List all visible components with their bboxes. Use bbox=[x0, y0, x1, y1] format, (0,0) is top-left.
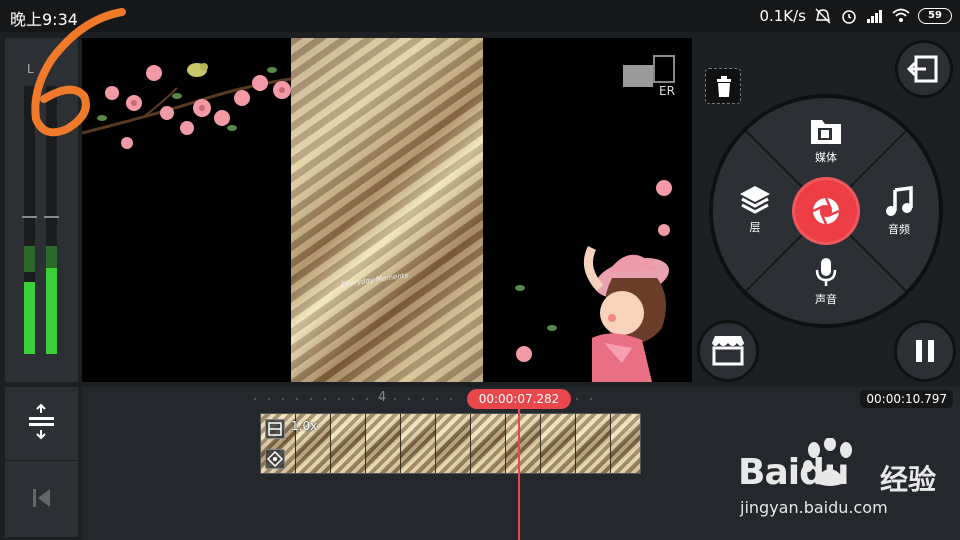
timeline-tools bbox=[5, 387, 78, 537]
microphone-icon bbox=[815, 258, 837, 286]
ruler-tick bbox=[338, 398, 340, 400]
clip-thumbnail bbox=[401, 414, 436, 473]
transition-icon bbox=[266, 450, 284, 468]
clip-thumbnail bbox=[541, 414, 576, 473]
wifi-icon bbox=[892, 8, 910, 22]
trash-icon bbox=[717, 76, 731, 97]
watermark-logo: Baidu bbox=[738, 452, 849, 493]
video-clip[interactable]: 1.0x bbox=[260, 413, 641, 474]
baidu-watermark: Baidu 经验 jingyan.baidu.com bbox=[738, 438, 960, 538]
expand-tracks-icon bbox=[29, 403, 54, 440]
ruler-tick bbox=[282, 398, 284, 400]
record-capture-button[interactable] bbox=[792, 177, 860, 245]
clip-thumbnail bbox=[506, 414, 541, 473]
total-duration: 00:00:10.797 bbox=[860, 390, 953, 408]
wheel-item-audio[interactable]: 音频 bbox=[869, 186, 929, 237]
current-time-badge: 00:00:07.282 bbox=[467, 389, 571, 409]
wheel-item-media[interactable]: 媒体 bbox=[796, 116, 856, 165]
cake-photo-layer[interactable]: Everyday Moments bbox=[291, 38, 483, 382]
meter-fill-right bbox=[46, 268, 57, 354]
ruler-tick bbox=[296, 398, 298, 400]
meter-fill-left bbox=[24, 281, 35, 354]
wheel-item-voice[interactable]: 声音 bbox=[796, 256, 856, 307]
clip-thumbnail bbox=[471, 414, 506, 473]
girl-hat-sticker[interactable] bbox=[512, 178, 692, 382]
ruler-tick bbox=[254, 398, 256, 400]
step-annotation: 6 bbox=[22, 4, 126, 137]
film-icon bbox=[268, 422, 282, 436]
pause-icon bbox=[916, 340, 934, 362]
clip-thumbnail bbox=[436, 414, 471, 473]
clip-thumbnail bbox=[331, 414, 366, 473]
kinemaster-editor: 晚上9:34 0.1K/s 59 L Everyday Moments ER 媒… bbox=[0, 0, 960, 540]
ruler-label: 4 bbox=[378, 390, 387, 405]
ruler-tick bbox=[352, 398, 354, 400]
clip-thumbnail bbox=[576, 414, 611, 473]
skip-to-start-icon bbox=[33, 489, 50, 507]
ruler-tick bbox=[394, 398, 396, 400]
clip-thumbnail bbox=[366, 414, 401, 473]
watermark-logo-cn: 经验 bbox=[880, 463, 937, 496]
wheel-item-layer[interactable]: 层 bbox=[725, 184, 785, 235]
ruler-tick bbox=[268, 398, 270, 400]
clip-effect-icon bbox=[265, 449, 285, 469]
music-note-icon bbox=[886, 186, 913, 216]
wheel-item-audio-label: 音频 bbox=[888, 223, 910, 236]
ruler-tick bbox=[590, 398, 592, 400]
media-wheel-menu: 媒体 层 音频 声音 bbox=[709, 94, 943, 328]
watermark-url: jingyan.baidu.com bbox=[740, 498, 888, 517]
video-preview[interactable]: Everyday Moments ER bbox=[82, 38, 692, 382]
wheel-item-voice-label: 声音 bbox=[815, 293, 837, 306]
expand-timeline-button[interactable] bbox=[5, 387, 78, 460]
corner-sticker[interactable]: ER bbox=[623, 55, 678, 99]
battery-indicator: 59 bbox=[918, 8, 952, 24]
ruler-tick bbox=[576, 398, 578, 400]
exit-icon bbox=[906, 55, 938, 83]
clip-speed-label: 1.0x bbox=[291, 419, 318, 433]
step-number-text: 6 bbox=[22, 4, 23, 5]
wheel-item-media-label: 媒体 bbox=[815, 151, 837, 164]
store-icon bbox=[712, 336, 744, 366]
camera-shutter-icon bbox=[812, 197, 840, 225]
network-speed: 0.1K/s bbox=[759, 7, 806, 25]
delete-layer-button[interactable] bbox=[705, 68, 741, 104]
ruler-tick bbox=[436, 398, 438, 400]
signal-icon bbox=[867, 10, 882, 23]
clip-thumbnail bbox=[611, 414, 640, 473]
clip-type-icon bbox=[265, 419, 285, 439]
mute-bell-icon bbox=[815, 8, 831, 24]
ruler-tick bbox=[408, 398, 410, 400]
wheel-item-layer-label: 层 bbox=[749, 221, 761, 234]
status-icons: 0.1K/s 59 bbox=[759, 7, 952, 25]
play-pause-button[interactable] bbox=[894, 320, 956, 382]
jump-to-start-button[interactable] bbox=[5, 461, 78, 537]
playhead[interactable] bbox=[518, 409, 520, 540]
status-bar: 晚上9:34 0.1K/s 59 bbox=[0, 0, 960, 32]
ruler-tick bbox=[366, 398, 368, 400]
film-folder-icon bbox=[811, 120, 841, 144]
layers-icon bbox=[740, 186, 770, 214]
corner-sticker-text: ER bbox=[659, 84, 675, 98]
asset-store-button[interactable] bbox=[697, 320, 759, 382]
ruler-tick bbox=[310, 398, 312, 400]
exit-button[interactable] bbox=[895, 40, 953, 98]
ruler-tick bbox=[324, 398, 326, 400]
ruler-tick bbox=[450, 398, 452, 400]
ruler-tick bbox=[422, 398, 424, 400]
alarm-icon bbox=[842, 10, 856, 24]
